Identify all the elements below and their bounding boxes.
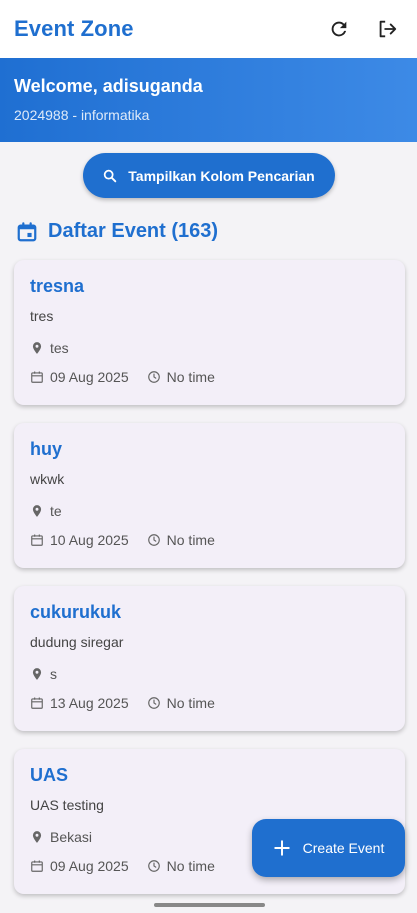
event-location: te: [50, 503, 62, 519]
location-pin-icon: [32, 831, 42, 843]
calendar-outline-icon: [31, 697, 43, 709]
event-meta-row: 10 Aug 2025 No time: [30, 532, 389, 548]
event-meta-row: 13 Aug 2025 No time: [30, 695, 389, 711]
event-description: UAS testing: [30, 797, 104, 813]
event-card[interactable]: cukurukuk dudung siregar s 13 Aug 2025 N…: [14, 586, 405, 731]
refresh-icon: [331, 21, 347, 37]
event-time-item: No time: [147, 369, 215, 385]
event-description: tres: [30, 308, 54, 324]
event-date-item: 10 Aug 2025: [30, 532, 129, 548]
event-location-row: s: [30, 666, 389, 682]
create-event-label: Create Event: [302, 840, 385, 856]
show-search-button[interactable]: Tampilkan Kolom Pencarian: [82, 153, 335, 198]
event-location-row: te: [30, 503, 389, 519]
event-date: 09 Aug 2025: [50, 858, 129, 874]
event-list-header: Daftar Event (163): [16, 220, 417, 243]
search-button-wrapper: Tampilkan Kolom Pencarian: [0, 153, 417, 198]
event-time: No time: [166, 695, 215, 711]
home-indicator: [154, 903, 265, 907]
event-location: tes: [50, 340, 69, 356]
event-name: UAS: [30, 765, 69, 785]
calendar-outline-icon: [31, 371, 43, 383]
calendar-outline-icon: [31, 860, 43, 872]
event-meta-row: 09 Aug 2025 No time: [30, 369, 389, 385]
app-bar-actions: [319, 9, 407, 49]
event-time-item: No time: [147, 858, 215, 874]
logout-icon: [379, 20, 397, 38]
plus-icon: [273, 840, 290, 856]
location-pin-icon: [32, 668, 42, 680]
event-date-item: 09 Aug 2025: [30, 369, 129, 385]
location-pin-icon: [32, 342, 42, 354]
clock-icon: [147, 697, 160, 709]
event-location: Bekasi: [50, 829, 93, 845]
event-card[interactable]: tresna tres tes 09 Aug 2025 No time: [14, 260, 405, 405]
event-list: tresna tres tes 09 Aug 2025 No time huy …: [0, 260, 417, 894]
event-time: No time: [166, 532, 215, 548]
event-location-row: tes: [30, 340, 389, 356]
event-date-item: 13 Aug 2025: [30, 695, 129, 711]
clock-icon: [147, 860, 160, 872]
event-date: 13 Aug 2025: [50, 695, 129, 711]
app-title: Event Zone: [14, 16, 134, 41]
app-screen: Event Zone Welcome, adisuganda 2024988 -…: [0, 0, 417, 913]
event-time: No time: [166, 369, 215, 385]
create-event-button[interactable]: Create Event: [252, 819, 405, 877]
logout-button[interactable]: [367, 9, 407, 49]
calendar-icon: [17, 221, 37, 241]
event-date: 10 Aug 2025: [50, 532, 129, 548]
welcome-banner: Welcome, adisuganda 2024988 - informatik…: [0, 58, 417, 142]
search-icon: [104, 169, 117, 182]
refresh-button[interactable]: [319, 9, 359, 49]
event-time: No time: [166, 858, 215, 874]
event-date: 09 Aug 2025: [50, 369, 129, 385]
event-card[interactable]: huy wkwk te 10 Aug 2025 No time: [14, 423, 405, 568]
calendar-outline-icon: [31, 534, 43, 546]
event-name: huy: [30, 439, 63, 459]
welcome-subtitle: 2024988 - informatika: [14, 107, 150, 123]
clock-icon: [147, 371, 160, 383]
event-name: tresna: [30, 276, 85, 296]
event-time-item: No time: [147, 532, 215, 548]
clock-icon: [147, 534, 160, 546]
event-description: dudung siregar: [30, 634, 124, 650]
app-bar: Event Zone: [0, 0, 417, 58]
event-list-title: Daftar Event (163): [48, 220, 219, 242]
event-time-item: No time: [147, 695, 215, 711]
event-name: cukurukuk: [30, 602, 122, 622]
location-pin-icon: [32, 505, 42, 517]
welcome-title: Welcome, adisuganda: [14, 76, 203, 96]
event-description: wkwk: [30, 471, 65, 487]
event-date-item: 09 Aug 2025: [30, 858, 129, 874]
show-search-label: Tampilkan Kolom Pencarian: [128, 167, 315, 184]
event-location: s: [50, 666, 57, 682]
